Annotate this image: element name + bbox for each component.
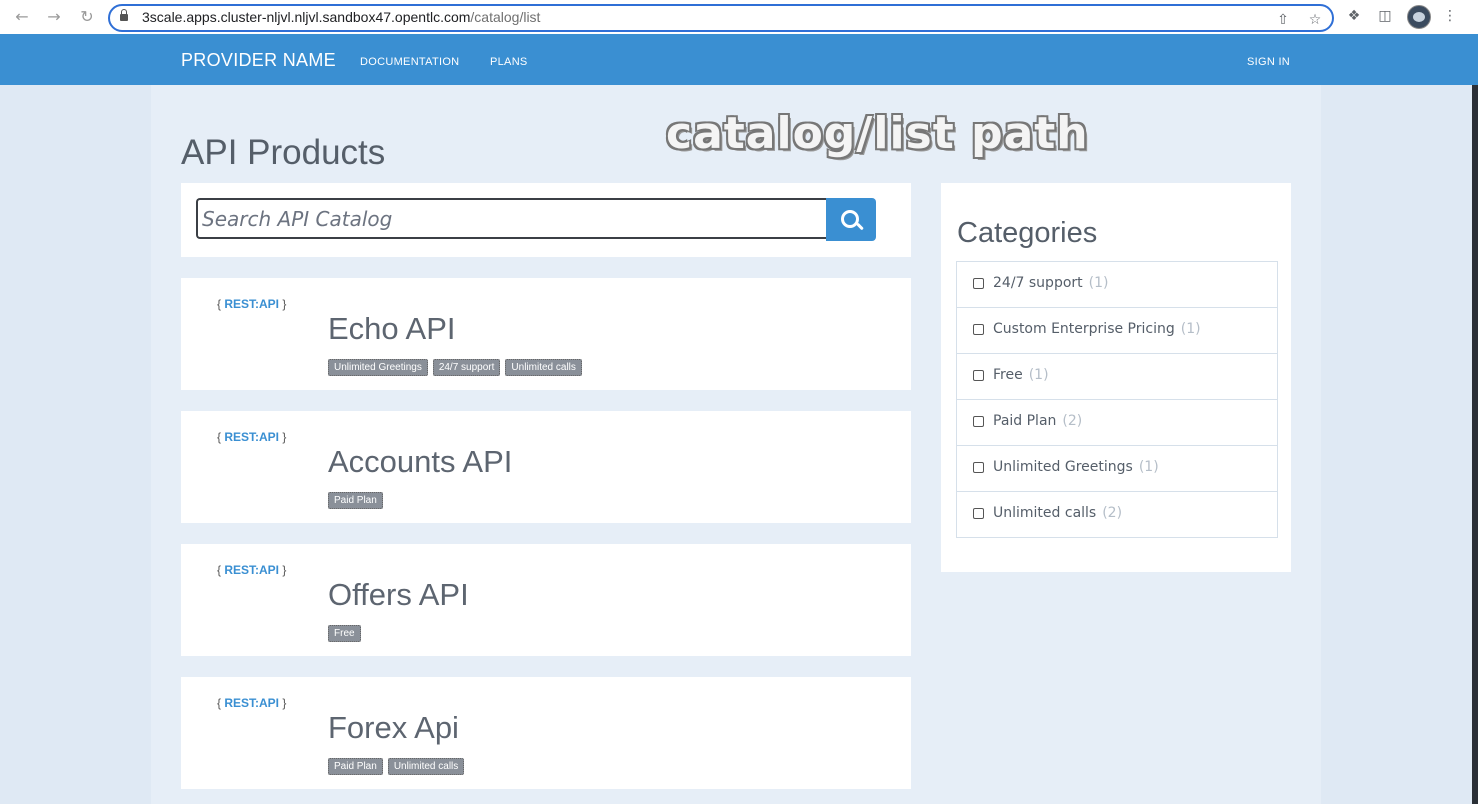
category-list: 24/7 support (1) Custom Enterprise Pricin… — [956, 261, 1278, 538]
browser-toolbar: ← → ↻ 3scale.apps.cluster-nljvl.nljvl.sa… — [0, 0, 1478, 35]
api-name[interactable]: Accounts API — [328, 444, 512, 480]
category-count: (2) — [1062, 413, 1083, 429]
category-item[interactable]: Unlimited calls (2) — [957, 492, 1277, 537]
api-name[interactable]: Offers API — [328, 577, 469, 613]
category-checkbox[interactable] — [973, 462, 984, 473]
tag-badge: Paid Plan — [328, 758, 383, 775]
address-bar[interactable]: 3scale.apps.cluster-nljvl.nljvl.sandbox4… — [108, 4, 1334, 32]
category-label: Paid Plan — [993, 413, 1057, 429]
rest-api-logo: { REST:API } — [217, 297, 287, 311]
rest-api-logo: { REST:API } — [217, 563, 287, 577]
api-name[interactable]: Echo API — [328, 311, 456, 347]
api-card-forex[interactable]: { REST:API } Forex Api Paid Plan Unlimit… — [181, 677, 911, 789]
rest-api-logo: { REST:API } — [217, 430, 287, 444]
extensions-icon[interactable]: ❖ — [1344, 6, 1364, 26]
sign-in-link[interactable]: SIGN IN — [1247, 56, 1290, 68]
tag-badge: Unlimited calls — [505, 359, 582, 376]
category-checkbox[interactable] — [973, 324, 984, 335]
bookmark-star-icon[interactable]: ☆ — [1306, 11, 1324, 29]
category-count: (1) — [1088, 275, 1109, 291]
api-card-offers[interactable]: { REST:API } Offers API Free — [181, 544, 911, 656]
rest-api-logo: { REST:API } — [217, 696, 287, 710]
category-label: 24/7 support — [993, 275, 1083, 291]
profile-avatar[interactable] — [1407, 5, 1431, 29]
category-checkbox[interactable] — [973, 370, 984, 381]
menu-kebab-icon[interactable]: ⋮ — [1440, 6, 1460, 26]
tag-badge: Free — [328, 625, 361, 642]
category-label: Unlimited calls — [993, 505, 1097, 521]
page-scrollbar[interactable] — [1472, 85, 1478, 804]
category-item[interactable]: Unlimited Greetings (1) — [957, 446, 1277, 492]
api-card-echo[interactable]: { REST:API } Echo API Unlimited Greeting… — [181, 278, 911, 390]
back-arrow-icon[interactable]: ← — [12, 7, 32, 27]
category-label: Unlimited Greetings — [993, 459, 1133, 475]
provider-brand[interactable]: PROVIDER NAME — [181, 50, 336, 71]
reload-icon[interactable]: ↻ — [77, 7, 97, 27]
lock-icon — [120, 9, 128, 22]
side-panel-icon[interactable]: ◫ — [1375, 6, 1395, 26]
share-icon[interactable]: ⇧ — [1274, 11, 1292, 29]
nav-link-documentation[interactable]: DOCUMENTATION — [360, 56, 459, 68]
category-checkbox[interactable] — [973, 508, 984, 519]
categories-title: Categories — [957, 217, 1098, 249]
tag-list: Paid Plan — [328, 492, 383, 509]
tag-badge: Unlimited calls — [387, 758, 465, 775]
category-label: Free — [993, 367, 1023, 383]
tag-badge: Unlimited Greetings — [328, 359, 428, 376]
tag-badge: 24/7 support — [432, 359, 501, 376]
category-item[interactable]: Paid Plan (2) — [957, 400, 1277, 446]
nav-link-plans[interactable]: PLANS — [490, 56, 528, 68]
category-label: Custom Enterprise Pricing — [993, 321, 1175, 337]
address-url: 3scale.apps.cluster-nljvl.nljvl.sandbox4… — [142, 9, 541, 25]
page-title: API Products — [181, 133, 386, 172]
api-name[interactable]: Forex Api — [328, 710, 459, 746]
category-item[interactable]: 24/7 support (1) — [957, 262, 1277, 308]
tag-list: Paid Plan Unlimited calls — [328, 758, 465, 775]
category-checkbox[interactable] — [973, 278, 984, 289]
categories-panel: Categories 24/7 support (1) Custom Enterp… — [941, 183, 1291, 572]
forward-arrow-icon[interactable]: → — [44, 7, 64, 27]
tag-list: Free — [328, 625, 361, 642]
category-count: (1) — [1028, 367, 1049, 383]
category-checkbox[interactable] — [973, 416, 984, 427]
api-card-accounts[interactable]: { REST:API } Accounts API Paid Plan — [181, 411, 911, 523]
tag-list: Unlimited Greetings 24/7 support Unlimit… — [328, 359, 582, 376]
category-item[interactable]: Free (1) — [957, 354, 1277, 400]
category-item[interactable]: Custom Enterprise Pricing (1) — [957, 308, 1277, 354]
category-count: (2) — [1102, 505, 1123, 521]
tag-badge: Paid Plan — [328, 492, 383, 509]
overlay-caption: catalog/list path — [666, 108, 1089, 159]
search-button[interactable] — [826, 198, 876, 241]
category-count: (1) — [1180, 321, 1201, 337]
search-input[interactable] — [196, 198, 826, 239]
search-card — [181, 183, 911, 257]
category-count: (1) — [1138, 459, 1159, 475]
site-navbar: PROVIDER NAME DOCUMENTATION PLANS SIGN I… — [0, 34, 1478, 85]
